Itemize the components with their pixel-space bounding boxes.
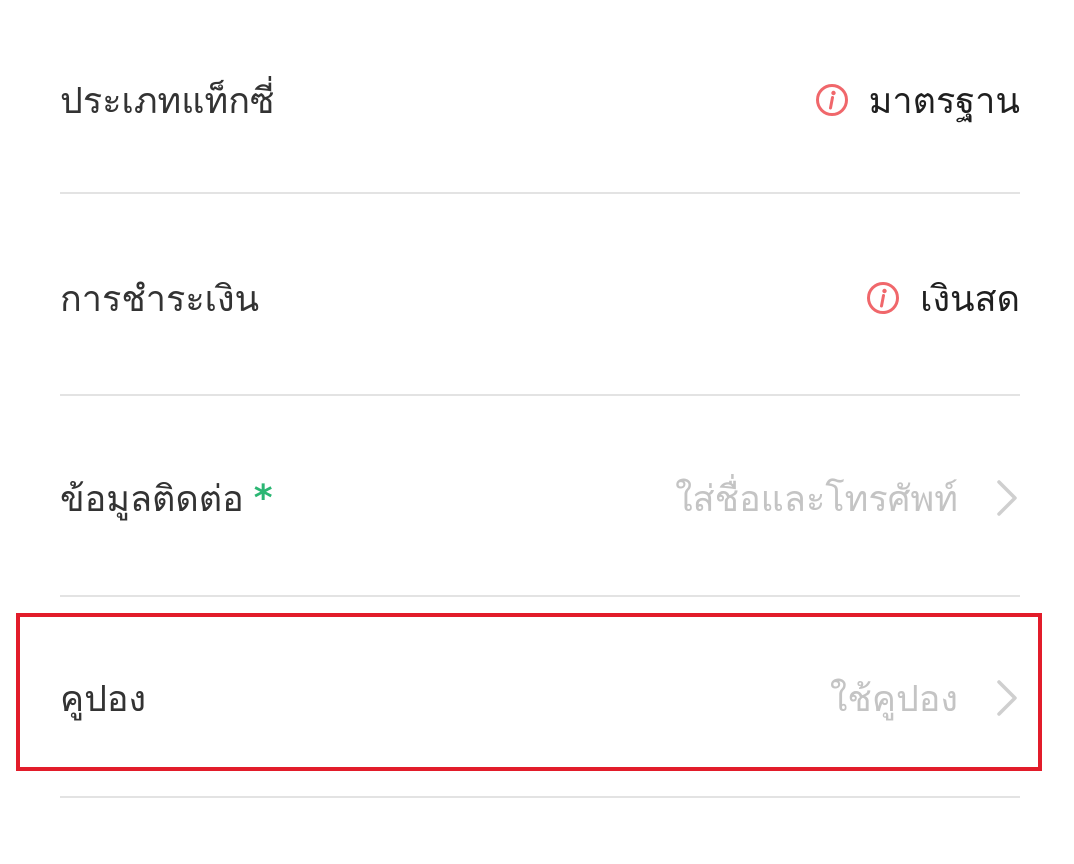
coupon-row[interactable]: คูปอง ใช้คูปอง: [60, 598, 1020, 798]
divider: [60, 796, 1020, 798]
payment-row[interactable]: การชำระเงิน เงินสด: [60, 198, 1020, 398]
coupon-value-group[interactable]: ใช้คูปอง: [830, 670, 1020, 727]
info-icon[interactable]: [815, 83, 849, 117]
payment-value: เงินสด: [920, 278, 1020, 320]
contact-label: ข้อมูลติดต่อ: [60, 478, 244, 520]
divider: [60, 192, 1020, 194]
coupon-placeholder: ใช้คูปอง: [829, 678, 958, 720]
contact-value-group[interactable]: ใส่ชื่อและโทรศัพท์: [675, 470, 1020, 527]
info-icon[interactable]: [866, 281, 900, 315]
divider: [60, 595, 1020, 597]
contact-placeholder: ใส่ชื่อและโทรศัพท์: [675, 478, 958, 520]
payment-label: การชำระเงิน: [60, 278, 260, 320]
taxi-type-label: ประเภทแท็กซี่: [60, 80, 275, 122]
payment-value-group[interactable]: เงินสด: [866, 270, 1020, 327]
chevron-right-icon[interactable]: [994, 678, 1020, 718]
taxi-type-row[interactable]: ประเภทแท็กซี่ มาตรฐาน: [60, 0, 1020, 200]
coupon-label: คูปอง: [60, 678, 147, 720]
taxi-type-value-group[interactable]: มาตรฐาน: [815, 72, 1020, 129]
chevron-right-icon[interactable]: [994, 478, 1020, 518]
contact-row[interactable]: ข้อมูลติดต่อ * ใส่ชื่อและโทรศัพท์: [60, 398, 1020, 598]
required-marker: *: [253, 477, 273, 519]
divider: [60, 394, 1020, 396]
contact-label-group: ข้อมูลติดต่อ *: [60, 470, 273, 527]
taxi-type-value: มาตรฐาน: [868, 80, 1020, 122]
